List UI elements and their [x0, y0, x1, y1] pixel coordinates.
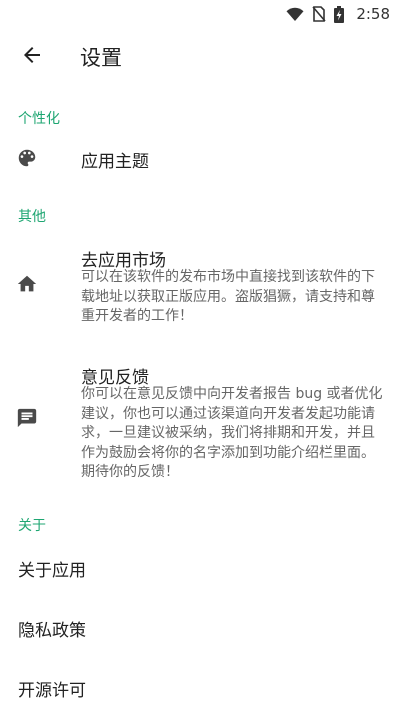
section-header-about: 关于 [18, 518, 46, 534]
feedback-icon [14, 405, 40, 431]
settings-item-description: 可以在该软件的发布市场中直接找到该软件的下载地址以获取正版应用。盗版猖獗，请支持… [81, 269, 375, 324]
status-clock: 2:58 [356, 5, 390, 23]
settings-item-about-app[interactable]: 关于应用 [18, 556, 86, 581]
wifi-icon [286, 7, 304, 21]
app-bar: 设置 [0, 28, 400, 86]
settings-item-title: 应用主题 [81, 152, 149, 172]
settings-item-privacy-policy[interactable]: 隐私政策 [18, 616, 86, 641]
section-header-other: 其他 [18, 209, 46, 225]
status-bar: 2:58 [0, 0, 400, 28]
battery-charging-icon [334, 5, 345, 23]
no-sim-icon [312, 6, 326, 22]
page-title: 设置 [80, 46, 122, 70]
settings-item-open-source-licenses[interactable]: 开源许可 [18, 676, 86, 701]
settings-item-description: 你可以在意见反馈中向开发者报告 bug 或者优化建议，你也可以通过该渠道向开发者… [81, 386, 383, 480]
section-header-personalization: 个性化 [18, 111, 60, 127]
palette-icon [14, 145, 40, 171]
back-button[interactable] [0, 28, 64, 86]
home-icon [14, 271, 40, 297]
arrow-back-icon [22, 45, 42, 69]
